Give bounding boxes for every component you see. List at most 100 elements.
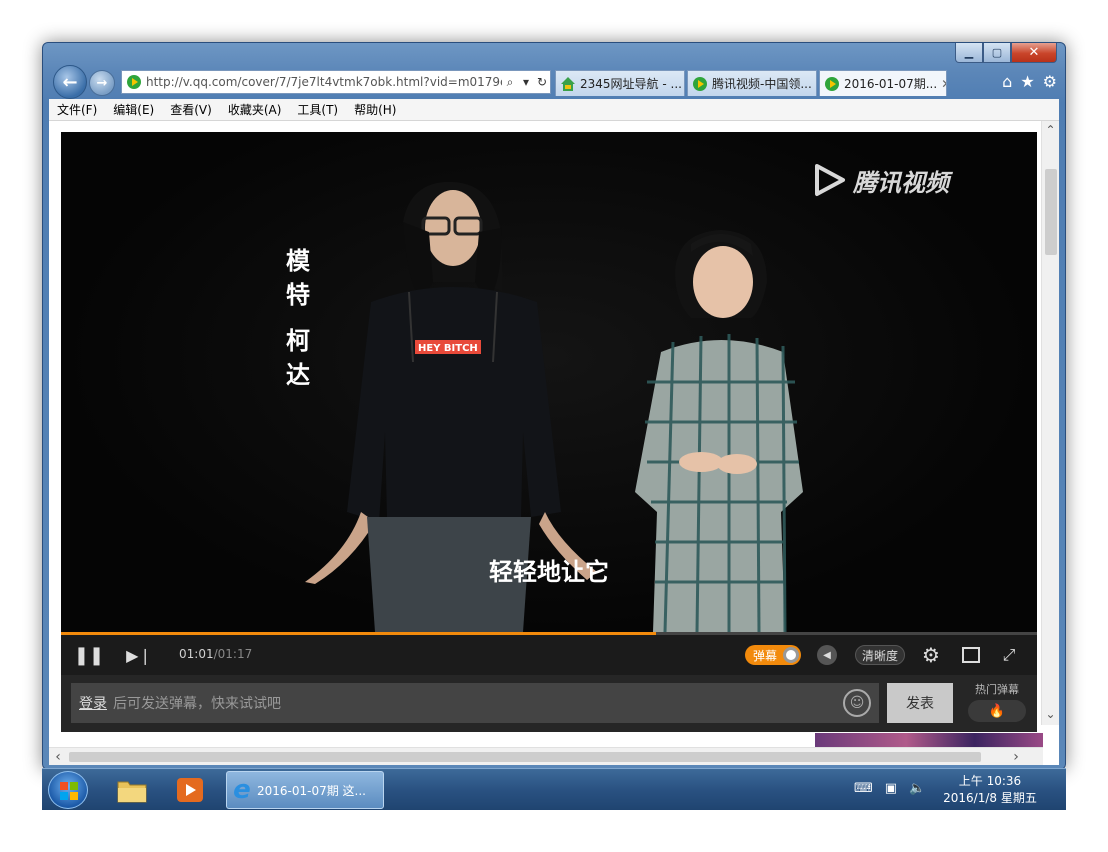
next-icon: ▶❘ — [126, 645, 152, 665]
tab-2345[interactable]: 2345网址导航 - ... — [555, 70, 685, 96]
windows-logo-icon — [60, 782, 78, 800]
search-icon[interactable]: ⌕ — [502, 75, 518, 90]
scroll-down-icon[interactable]: ⌄ — [1042, 705, 1059, 722]
subtitle-vertical-line-2: 柯达 — [286, 327, 310, 389]
fullscreen-icon: ⤢ — [1002, 645, 1016, 664]
menu-view[interactable]: 查看(V) — [162, 101, 220, 118]
danmu-placeholder: 后可发送弹幕，快来试试吧 — [113, 696, 281, 712]
volume-button[interactable]: ◀ — [817, 645, 837, 665]
scroll-right-icon[interactable]: › — [1007, 748, 1025, 765]
forward-button[interactable]: → — [89, 70, 115, 96]
address-bar[interactable]: http://v.qq.com/cover/7/7je7lt4vtmk7obk.… — [121, 70, 551, 94]
video-frame[interactable]: HEY BITCH 腾讯视频 模特 柯达 轻轻地让它 — [61, 132, 1037, 632]
clock-date: 2016/1/8 星期五 — [943, 791, 1037, 805]
scroll-left-icon[interactable]: ‹ — [49, 748, 67, 765]
clarity-button[interactable]: 清晰度 — [855, 645, 906, 665]
maximize-button[interactable]: ▢ — [983, 43, 1011, 63]
network-icon[interactable]: ▣ — [885, 781, 897, 796]
system-clock[interactable]: 上午 10:36 2016/1/8 星期五 — [932, 773, 1048, 807]
keyboard-icon[interactable]: ⌨ — [854, 781, 873, 796]
menu-edit[interactable]: 编辑(E) — [105, 101, 162, 118]
ie-taskbar-task[interactable]: e 2016-01-07期 这... — [226, 771, 384, 809]
volume-icon[interactable]: 🔈 — [909, 781, 925, 796]
settings-button[interactable]: ⚙ — [919, 643, 943, 667]
pause-button[interactable]: ❚❚ — [73, 643, 105, 667]
browser-window: ▁ ▢ ✕ ← → http://v.qq.com/cover/7/7je7lt… — [42, 42, 1066, 770]
toggle-knob — [783, 647, 799, 663]
theater-icon — [962, 647, 980, 663]
scroll-up-icon[interactable]: ⌃ — [1042, 121, 1059, 138]
subtitle-vertical: 模特 柯达 — [283, 244, 313, 392]
thumbnail-strip[interactable] — [815, 733, 1043, 747]
vertical-scrollbar[interactable]: ⌃ ⌄ — [1041, 121, 1059, 725]
danmu-bar: 登录 后可发送弹幕，快来试试吧 ☺ 发表 热门弹幕 🔥 — [61, 675, 1037, 732]
tab-label: 2016-01-07期... — [844, 77, 938, 91]
back-button[interactable]: ← — [53, 65, 87, 99]
speaker-icon: ◀ — [823, 649, 831, 661]
menu-help[interactable]: 帮助(H) — [346, 101, 404, 118]
close-tab-icon[interactable]: ✕ — [937, 77, 946, 91]
danmu-toggle[interactable]: 弹幕 — [745, 645, 801, 665]
start-button[interactable] — [48, 771, 88, 809]
tencent-video-icon — [693, 76, 707, 91]
hot-danmu-label: 热门弹幕 — [975, 683, 1019, 696]
tencent-video-logo: 腾讯视频 — [811, 162, 949, 198]
vertical-scroll-thumb[interactable] — [1045, 169, 1057, 255]
time-display: 01:01/01:17 — [179, 647, 252, 661]
horizontal-scroll-thumb[interactable] — [69, 752, 981, 762]
svg-text:HEY BITCH: HEY BITCH — [418, 343, 478, 354]
next-button[interactable]: ▶❘ — [126, 643, 152, 667]
close-button[interactable]: ✕ — [1011, 43, 1057, 63]
tab-2016-01-07[interactable]: 2016-01-07期... ✕ — [819, 70, 947, 96]
minimize-button[interactable]: ▁ — [955, 43, 983, 63]
menu-bar: 文件(F) 编辑(E) 查看(V) 收藏夹(A) 工具(T) 帮助(H) — [49, 99, 1059, 121]
danmu-login-link[interactable]: 登录 — [79, 693, 107, 713]
menu-file[interactable]: 文件(F) — [49, 101, 105, 118]
subtitle-vertical-line-1: 模特 — [286, 247, 310, 309]
hot-danmu: 热门弹幕 🔥 — [965, 681, 1029, 722]
clock-time: 上午 10:36 — [958, 774, 1022, 788]
video-player: HEY BITCH 腾讯视频 模特 柯达 轻轻地让它 ❚❚ ▶❘ 01:01/0… — [61, 132, 1037, 732]
hot-danmu-button[interactable]: 🔥 — [968, 700, 1026, 722]
logo-text: 腾讯视频 — [853, 168, 949, 197]
send-danmu-button[interactable]: 发表 — [887, 683, 953, 723]
home-icon[interactable]: ⌂ — [1002, 72, 1012, 91]
play-logo-icon — [815, 164, 845, 196]
menu-favorites[interactable]: 收藏夹(A) — [220, 101, 290, 118]
horizontal-scrollbar[interactable]: ‹ › — [49, 747, 1043, 765]
favorites-star-icon[interactable]: ★ — [1020, 72, 1034, 91]
dropdown-icon[interactable]: ▾ — [518, 75, 534, 89]
system-tray: ⌨ ▣ 🔈 — [854, 781, 925, 796]
menu-tools[interactable]: 工具(T) — [289, 101, 346, 118]
time-total: /01:17 — [213, 647, 253, 661]
tencent-video-icon — [127, 75, 141, 89]
fullscreen-button[interactable]: ⤢ — [997, 643, 1021, 667]
task-label: 2016-01-07期 这... — [257, 783, 366, 798]
time-current: 01:01 — [179, 647, 214, 661]
tencent-video-icon — [825, 76, 839, 91]
media-player-taskbar-button[interactable] — [168, 773, 212, 807]
gear-icon: ⚙ — [922, 643, 940, 667]
flame-icon: 🔥 — [988, 703, 1006, 719]
theater-mode-button[interactable] — [959, 643, 983, 667]
player-controls: ❚❚ ▶❘ 01:01/01:17 弹幕 ◀ 清晰度 ⚙ ⤢ — [61, 635, 1037, 675]
ie-icon: e — [233, 775, 251, 805]
subtitle-caption: 轻轻地让它 — [489, 558, 609, 586]
tab-label: 2345网址导航 - ... — [580, 77, 682, 91]
window-controls: ▁ ▢ ✕ — [955, 43, 1057, 63]
danmu-input[interactable]: 登录 后可发送弹幕，快来试试吧 ☺ — [71, 683, 879, 723]
arrow-right-icon: → — [96, 75, 108, 91]
tab-tencent-video[interactable]: 腾讯视频-中国领... — [687, 70, 817, 96]
toolbar-icons: ⌂ ★ ⚙ — [1002, 72, 1057, 91]
navigation-bar: ← → http://v.qq.com/cover/7/7je7lt4vtmk7… — [49, 65, 1059, 99]
explorer-taskbar-button[interactable] — [110, 773, 154, 807]
pause-icon: ❚❚ — [73, 644, 105, 666]
folder-icon — [117, 781, 147, 803]
gear-icon[interactable]: ⚙ — [1043, 72, 1057, 91]
address-text[interactable]: http://v.qq.com/cover/7/7je7lt4vtmk7obk.… — [146, 75, 502, 89]
refresh-icon[interactable]: ↻ — [534, 75, 550, 89]
emoji-icon[interactable]: ☺ — [843, 689, 871, 717]
danmu-toggle-label: 弹幕 — [753, 648, 778, 663]
media-player-icon — [177, 778, 203, 802]
tab-label: 腾讯视频-中国领... — [712, 77, 812, 91]
